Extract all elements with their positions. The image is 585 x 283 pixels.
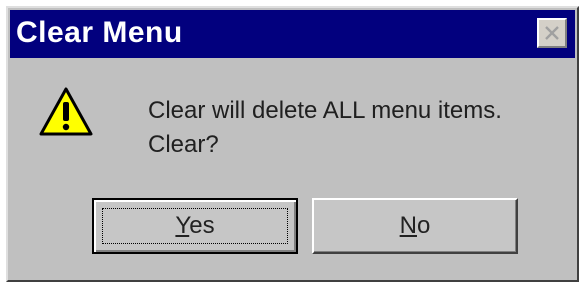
focus-rectangle [102,208,288,244]
title-bar[interactable]: Clear Menu [10,10,575,58]
dialog-message: Clear will delete ALL menu items. Clear? [148,94,502,162]
message-line-2: Clear? [148,131,219,158]
no-button[interactable]: No [312,198,518,254]
clear-menu-dialog: Clear Menu Clear will delete ALL menu it… [6,6,579,282]
yes-button[interactable]: Yes [92,198,298,254]
warning-icon [39,87,93,136]
dialog-body: Clear will delete ALL menu items. Clear?… [8,58,577,280]
message-line-1: Clear will delete ALL menu items. [148,97,502,124]
close-icon [545,26,559,40]
no-button-label: No [399,212,431,239]
dialog-title: Clear Menu [16,16,183,49]
close-button[interactable] [537,18,567,48]
